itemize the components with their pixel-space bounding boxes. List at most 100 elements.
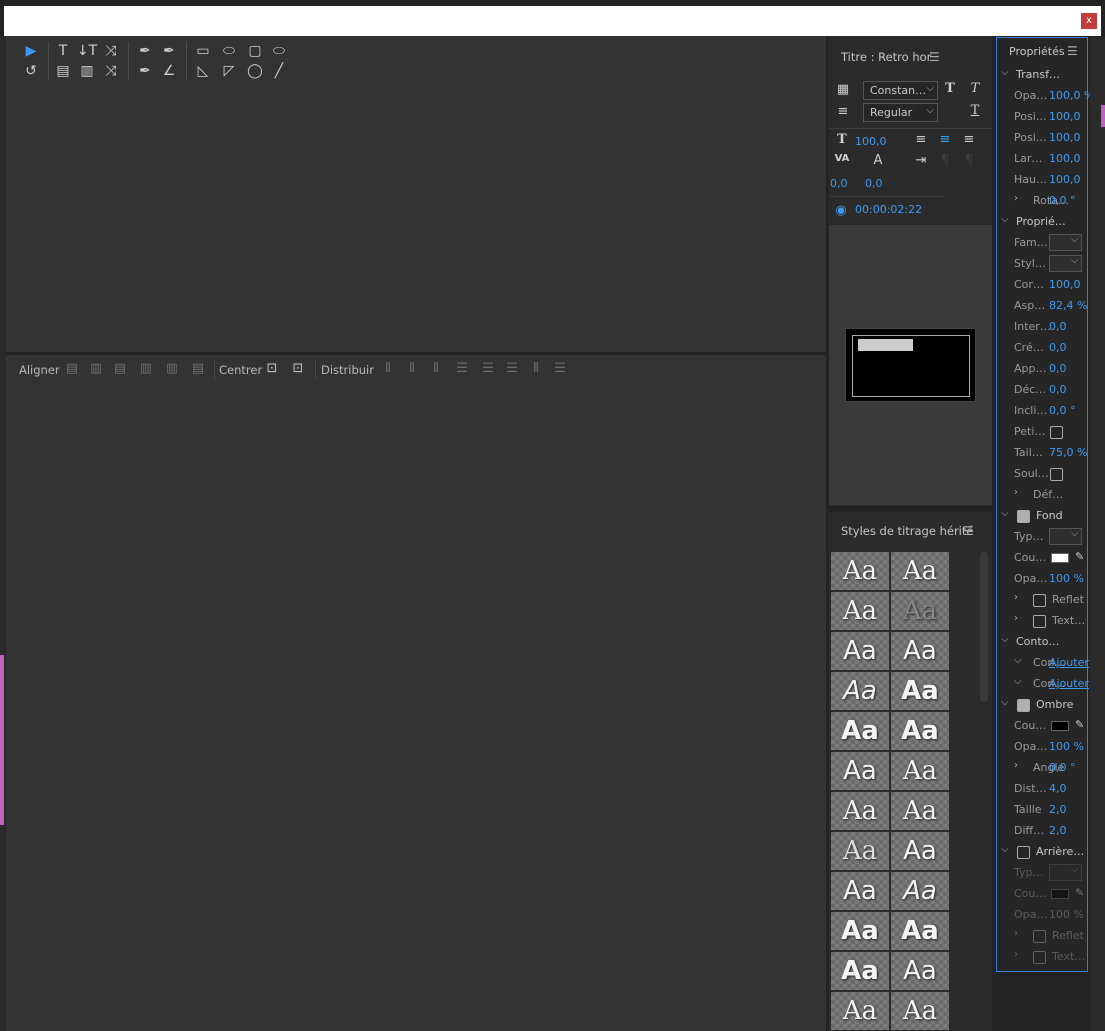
wedge-tool-icon[interactable]: ◺ bbox=[194, 62, 212, 80]
line-tool-icon[interactable]: ╱ bbox=[270, 62, 288, 80]
font-size-value[interactable]: 100,0 bbox=[855, 135, 887, 148]
align-left-icon[interactable]: ▤ bbox=[64, 361, 80, 377]
prop-value[interactable]: 100,0 % bbox=[1049, 89, 1094, 102]
prop-value[interactable]: 0,0 ° bbox=[1049, 194, 1076, 207]
chevron-right-icon[interactable]: › bbox=[1014, 193, 1018, 204]
styles-panel-menu-icon[interactable]: ☰ bbox=[963, 524, 974, 538]
shadow-checkbox[interactable] bbox=[1017, 699, 1030, 712]
bold-icon[interactable]: T bbox=[942, 81, 958, 96]
transform-section[interactable]: ⌵ Transf… bbox=[997, 65, 1087, 86]
distribute-left-icon[interactable]: ⫴ bbox=[380, 361, 396, 377]
style-swatch[interactable]: Aa bbox=[831, 672, 889, 710]
prop-value[interactable]: 0,0 ° bbox=[1049, 761, 1076, 774]
underline-checkbox[interactable] bbox=[1050, 468, 1063, 481]
chevron-right-icon[interactable]: › bbox=[1014, 592, 1018, 603]
roll-crawl-icon[interactable]: ≡ bbox=[835, 104, 851, 119]
prop-value[interactable]: 100,0 bbox=[1049, 152, 1081, 165]
style-swatch[interactable]: Aa bbox=[891, 952, 949, 990]
style-swatch[interactable]: Aa bbox=[891, 632, 949, 670]
clipped-rectangle-tool-icon[interactable]: ⬭ bbox=[220, 42, 238, 60]
distribute-top-icon[interactable]: ☰ bbox=[454, 361, 470, 377]
template-icon[interactable]: ▦ bbox=[835, 82, 851, 97]
style-swatch[interactable]: Aa bbox=[831, 872, 889, 910]
prop-value[interactable]: 0,0 bbox=[1049, 341, 1067, 354]
style-swatch[interactable]: Aa bbox=[831, 992, 889, 1030]
prop-value[interactable]: 100 % bbox=[1049, 740, 1084, 753]
shadow-color-swatch[interactable] bbox=[1051, 721, 1069, 731]
prop-value[interactable]: 0,0 bbox=[1049, 320, 1067, 333]
align-hcenter-icon[interactable]: ▥ bbox=[88, 361, 104, 377]
eyedropper-icon[interactable]: ✎ bbox=[1075, 718, 1084, 731]
center-vertical-icon[interactable]: ⊡ bbox=[290, 361, 306, 377]
prop-value[interactable]: 100,0 bbox=[1049, 278, 1081, 291]
bg-texture-checkbox[interactable] bbox=[1033, 951, 1046, 964]
chevron-right-icon[interactable]: › bbox=[1014, 760, 1018, 771]
paragraph-ltr-icon[interactable]: ¶ bbox=[937, 153, 953, 168]
prop-value[interactable]: 100,0 bbox=[1049, 173, 1081, 186]
arc-tool-icon[interactable]: ◸ bbox=[220, 62, 238, 80]
style-swatch[interactable]: Aa bbox=[891, 872, 949, 910]
strokes-section[interactable]: ⌵ Conto… bbox=[997, 632, 1087, 653]
eyedropper-icon[interactable]: ✎ bbox=[1075, 886, 1084, 899]
pen-tool-icon[interactable]: ✒ bbox=[136, 42, 154, 60]
rectangle-tool-icon[interactable]: ▭ bbox=[194, 42, 212, 60]
prop-value[interactable]: 100 % bbox=[1049, 572, 1084, 585]
style-swatch[interactable]: Aa bbox=[831, 912, 889, 950]
leading-value[interactable]: 0,0 bbox=[865, 177, 883, 190]
bg-color-swatch[interactable] bbox=[1051, 889, 1069, 899]
ellipse-tool-icon[interactable]: ◯ bbox=[246, 62, 264, 80]
style-swatch[interactable]: Aa bbox=[891, 832, 949, 870]
align-center-text-icon[interactable]: ≡ bbox=[937, 132, 953, 147]
vertical-area-type-tool-icon[interactable]: ▥ bbox=[78, 62, 96, 80]
style-swatch[interactable]: Aa bbox=[831, 592, 889, 630]
show-video-icon[interactable]: ◉ bbox=[832, 203, 850, 218]
align-top-icon[interactable]: ▥ bbox=[138, 361, 154, 377]
font-style-dropdown[interactable]: ⌵ bbox=[1049, 255, 1082, 272]
distribute-hspace-icon[interactable]: ⫴ bbox=[528, 361, 544, 377]
prop-value[interactable]: 100,0 bbox=[1049, 131, 1081, 144]
style-swatch[interactable]: Aa bbox=[831, 832, 889, 870]
align-right-text-icon[interactable]: ≡ bbox=[961, 132, 977, 147]
style-swatch[interactable]: Aa bbox=[891, 752, 949, 790]
align-right-icon[interactable]: ▤ bbox=[112, 361, 128, 377]
style-swatch[interactable]: Aa bbox=[891, 792, 949, 830]
kerning-value[interactable]: 0,0 bbox=[830, 177, 848, 190]
style-swatch[interactable]: Aa bbox=[831, 552, 889, 590]
background-section[interactable]: ⌵ Arrière… bbox=[997, 842, 1087, 863]
underline-icon[interactable]: T bbox=[967, 103, 983, 118]
chevron-down-icon[interactable]: ⌵ bbox=[1014, 655, 1022, 666]
distribute-vcenter-icon[interactable]: ☰ bbox=[480, 361, 496, 377]
align-left-text-icon[interactable]: ≡ bbox=[913, 132, 929, 147]
prop-value[interactable]: 100 % bbox=[1049, 908, 1084, 921]
add-outer-stroke-link[interactable]: Ajouter bbox=[1049, 677, 1089, 690]
style-swatch[interactable]: Aa bbox=[891, 992, 949, 1030]
fill-type-dropdown[interactable]: ⌵ bbox=[1049, 528, 1082, 545]
type-tool-icon[interactable]: T bbox=[54, 42, 72, 60]
style-swatch[interactable]: Aa bbox=[831, 752, 889, 790]
properties-menu-icon[interactable]: ☰ bbox=[1067, 44, 1078, 58]
style-swatch[interactable]: Aa bbox=[891, 672, 949, 710]
bg-type-dropdown[interactable]: ⌵ bbox=[1049, 864, 1082, 881]
path-type-tool-icon[interactable]: ⤨ bbox=[102, 42, 120, 60]
style-swatch[interactable]: Aa bbox=[831, 952, 889, 990]
chevron-down-icon[interactable]: ⌵ bbox=[1014, 676, 1022, 687]
rounded-corner-rectangle-tool-icon[interactable]: ⬭ bbox=[270, 42, 288, 60]
title-panel-menu-icon[interactable]: ☰ bbox=[929, 50, 940, 64]
chevron-right-icon[interactable]: › bbox=[1014, 928, 1018, 939]
prop-value[interactable]: 0,0 bbox=[1049, 362, 1067, 375]
add-anchor-tool-icon[interactable]: ✒ bbox=[136, 62, 154, 80]
tab-stops-icon[interactable]: ⇥ bbox=[913, 153, 929, 168]
italic-icon[interactable]: T bbox=[967, 81, 983, 96]
style-swatch[interactable]: Aa bbox=[891, 592, 949, 630]
texture-checkbox[interactable] bbox=[1033, 615, 1046, 628]
font-family-dropdown[interactable]: Constan… ⌵ bbox=[863, 81, 938, 100]
vertical-type-tool-icon[interactable]: ↓T bbox=[77, 42, 97, 60]
font-family-dropdown[interactable]: ⌵ bbox=[1049, 234, 1082, 251]
prop-value[interactable]: 0,0 bbox=[1049, 383, 1067, 396]
chevron-right-icon[interactable]: › bbox=[1014, 949, 1018, 960]
background-checkbox[interactable] bbox=[1017, 846, 1030, 859]
close-button[interactable]: x bbox=[1081, 13, 1097, 29]
selection-tool-icon[interactable]: ▶ bbox=[22, 42, 40, 60]
distribute-bottom-icon[interactable]: ☰ bbox=[504, 361, 520, 377]
style-swatch[interactable]: Aa bbox=[831, 632, 889, 670]
